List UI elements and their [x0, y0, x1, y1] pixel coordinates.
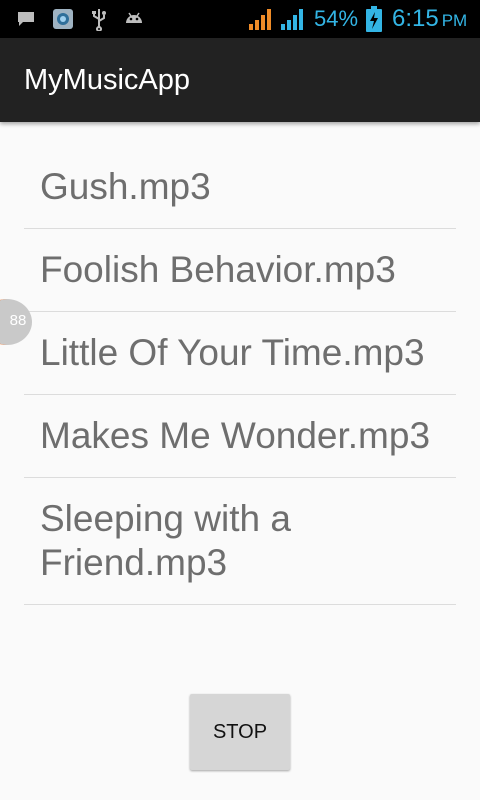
- clock-ampm: PM: [441, 11, 468, 30]
- android-icon: [126, 12, 142, 23]
- app-bar: MyMusicApp: [0, 38, 480, 122]
- battery-percent: 54%: [314, 6, 359, 31]
- clock-time: 6:15: [392, 5, 439, 32]
- list-item[interactable]: Gush.mp3: [24, 146, 456, 229]
- app-icon: [53, 9, 73, 29]
- list-item[interactable]: Sleeping with a Friend.mp3: [24, 478, 456, 605]
- signal-icon: [249, 9, 271, 30]
- usb-icon: [92, 9, 106, 31]
- message-icon: [18, 12, 34, 26]
- clock: 6:15 PM: [392, 5, 467, 33]
- list-item[interactable]: Foolish Behavior.mp3: [24, 229, 456, 312]
- song-list: Gush.mp3 Foolish Behavior.mp3 Little Of …: [24, 146, 456, 605]
- floating-bubble-label: 88: [9, 312, 27, 329]
- list-item[interactable]: Little Of Your Time.mp3: [24, 312, 456, 395]
- app-title: MyMusicApp: [24, 64, 190, 96]
- signal-icon: [281, 9, 303, 30]
- status-bar: 54% 6:15 PM: [0, 0, 480, 38]
- stop-button[interactable]: STOP: [190, 694, 290, 770]
- battery-charging-icon: [366, 6, 382, 32]
- list-item[interactable]: Makes Me Wonder.mp3: [24, 395, 456, 478]
